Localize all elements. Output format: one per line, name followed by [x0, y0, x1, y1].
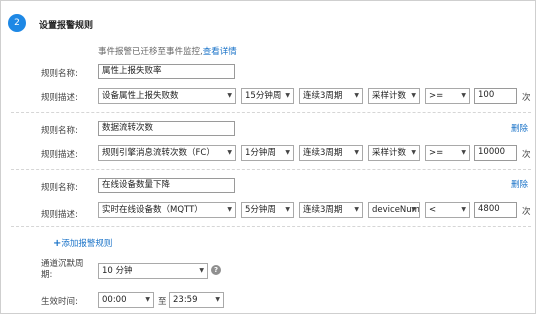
rule-3-delete-link[interactable]: 删除: [511, 178, 528, 190]
chevron-down-icon: ▼: [199, 267, 204, 274]
chevron-down-icon: ▼: [461, 92, 466, 99]
chevron-down-icon: ▼: [411, 149, 416, 156]
rule-3-period-value: 5分钟周: [245, 205, 276, 215]
rule-3-consecutive-select[interactable]: 连续3周期 ▼: [299, 202, 363, 218]
rule-3-unit: 次: [522, 207, 531, 217]
rule-2-period-value: 1分钟周: [245, 148, 276, 158]
chevron-down-icon: ▼: [145, 296, 150, 303]
rule-1-operator-value: >=: [429, 91, 444, 101]
chevron-down-icon: ▼: [461, 206, 466, 213]
rule-2-metric-value: 规则引擎消息流转次数（FC）: [102, 148, 215, 158]
chevron-down-icon: ▼: [354, 92, 359, 99]
rule-3-threshold-input[interactable]: 4800: [474, 202, 517, 218]
rule-3-operator-value: <: [429, 205, 437, 215]
rule-2-operator-value: >=: [429, 148, 444, 158]
rule-2-name-label: 规则名称:: [41, 126, 78, 136]
rule-2-metric-select[interactable]: 规则引擎消息流转次数（FC） ▼: [98, 145, 236, 161]
chevron-down-icon: ▼: [411, 206, 416, 213]
chevron-down-icon: ▼: [285, 206, 290, 213]
rule-1-metric-select[interactable]: 设备属性上报失败数 ▼: [98, 88, 236, 104]
alarm-rule-panel: 2 设置报警规则 事件报警已迁移至事件监控,查看详情 规则名称: 属性上报失败率…: [0, 0, 536, 314]
divider: [11, 169, 531, 170]
migration-notice: 事件报警已迁移至事件监控,查看详情: [98, 45, 237, 57]
effective-time-label: 生效时间:: [41, 297, 78, 307]
rule-3-metric-value: 实时在线设备数（MQTT）: [102, 205, 203, 215]
question-icon[interactable]: ?: [211, 265, 221, 275]
silence-period-label-line2: 期:: [41, 270, 53, 280]
add-alarm-rule-label: 添加报警规则: [61, 239, 113, 249]
chevron-down-icon: ▼: [411, 92, 416, 99]
rule-3-period-select[interactable]: 5分钟周 ▼: [241, 202, 294, 218]
silence-period-select[interactable]: 10 分钟 ▼: [98, 263, 208, 279]
rule-3-consecutive-value: 连续3周期: [303, 205, 343, 215]
step-number-badge: 2: [8, 14, 26, 32]
rule-1-desc-label: 规则描述:: [41, 93, 78, 103]
chevron-down-icon: ▼: [285, 149, 290, 156]
effective-start-select[interactable]: 00:00 ▼: [98, 292, 154, 308]
rule-1-operator-select[interactable]: >= ▼: [425, 88, 470, 104]
step-title: 设置报警规则: [39, 21, 94, 31]
rule-1-name-label: 规则名称:: [41, 69, 78, 79]
rule-3-name-label: 规则名称:: [41, 183, 78, 193]
chevron-down-icon: ▼: [227, 206, 232, 213]
chevron-down-icon: ▼: [461, 149, 466, 156]
rule-2-unit: 次: [522, 150, 531, 160]
rule-2-consecutive-select[interactable]: 连续3周期 ▼: [299, 145, 363, 161]
effective-end-select[interactable]: 23:59 ▼: [169, 292, 224, 308]
chevron-down-icon: ▼: [354, 149, 359, 156]
chevron-down-icon: ▼: [227, 149, 232, 156]
rule-2-delete-link[interactable]: 删除: [511, 122, 528, 134]
rule-3-stat-select[interactable]: deviceNum ▼: [368, 202, 420, 218]
rule-2-name-input[interactable]: 数据流转次数: [98, 121, 235, 136]
rule-2-desc-label: 规则描述:: [41, 150, 78, 160]
rule-1-period-select[interactable]: 15分钟周 ▼: [241, 88, 294, 104]
silence-period-value: 10 分钟: [102, 266, 133, 276]
rule-1-stat-select[interactable]: 采样计数 ▼: [368, 88, 420, 104]
divider: [11, 226, 531, 227]
chevron-down-icon: ▼: [354, 206, 359, 213]
divider: [11, 112, 531, 113]
rule-1-period-value: 15分钟周: [245, 91, 282, 101]
rule-1-threshold-input[interactable]: 100: [474, 88, 517, 104]
effective-end-value: 23:59: [173, 295, 198, 305]
rule-2-period-select[interactable]: 1分钟周 ▼: [241, 145, 294, 161]
rule-2-operator-select[interactable]: >= ▼: [425, 145, 470, 161]
rule-3-desc-label: 规则描述:: [41, 210, 78, 220]
silence-period-label: 通道沉默周 期:: [41, 259, 84, 281]
rule-2-consecutive-value: 连续3周期: [303, 148, 343, 158]
add-alarm-rule-link[interactable]: +添加报警规则: [53, 237, 112, 249]
chevron-down-icon: ▼: [227, 92, 232, 99]
view-details-link[interactable]: 查看详情: [203, 47, 237, 57]
notice-text: 事件报警已迁移至事件监控,: [98, 47, 203, 57]
rule-1-unit: 次: [522, 93, 531, 103]
rule-3-name-input[interactable]: 在线设备数量下降: [98, 178, 235, 193]
rule-3-operator-select[interactable]: < ▼: [425, 202, 470, 218]
rule-1-consecutive-select[interactable]: 连续3周期 ▼: [299, 88, 363, 104]
rule-1-metric-value: 设备属性上报失败数: [102, 91, 179, 101]
silence-period-label-line1: 通道沉默周: [41, 259, 84, 269]
rule-1-name-input[interactable]: 属性上报失败率: [98, 64, 235, 79]
rule-2-stat-select[interactable]: 采样计数 ▼: [368, 145, 420, 161]
rule-2-threshold-input[interactable]: 10000: [474, 145, 517, 161]
rule-1-stat-value: 采样计数: [372, 91, 407, 101]
rule-3-metric-select[interactable]: 实时在线设备数（MQTT） ▼: [98, 202, 236, 218]
rule-2-stat-value: 采样计数: [372, 148, 407, 158]
chevron-down-icon: ▼: [285, 92, 290, 99]
effective-start-value: 00:00: [102, 295, 127, 305]
effective-to-label: 至: [158, 297, 167, 307]
chevron-down-icon: ▼: [215, 296, 220, 303]
rule-1-consecutive-value: 连续3周期: [303, 91, 343, 101]
